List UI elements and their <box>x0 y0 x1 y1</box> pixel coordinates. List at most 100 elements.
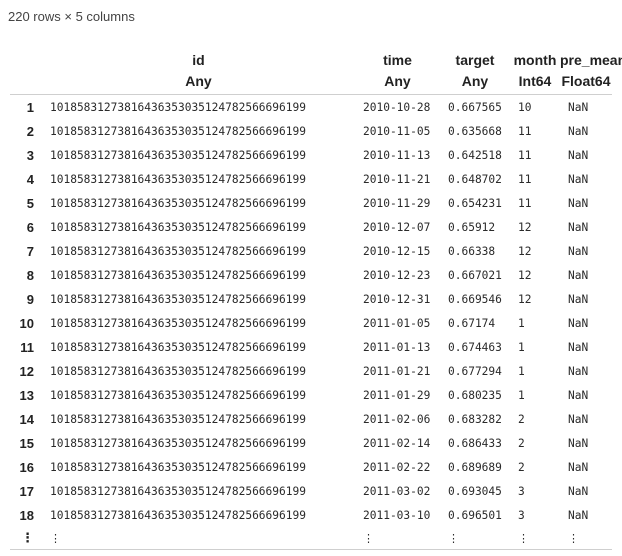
row-number: 14 <box>19 411 34 427</box>
table-row: 16 10185831273816436353035124782566696199… <box>10 455 612 479</box>
cell-time: 2011-02-06 <box>363 412 431 426</box>
cell-month: 11 <box>518 196 532 210</box>
cell-target: 0.677294 <box>448 364 502 378</box>
cell-target: 0.65912 <box>448 220 496 234</box>
table-row: 6 10185831273816436353035124782566696199 2… <box>10 215 612 239</box>
row-number: 12 <box>19 363 34 379</box>
ellipsis-row: ⋮ ⋮ ⋮ ⋮ ⋮ ⋮ <box>10 527 612 550</box>
column-type-id: Any <box>42 68 355 95</box>
ellipsis-cell: ⋮ <box>510 527 560 550</box>
cell-pre-mean: NaN <box>568 388 589 402</box>
row-number: 15 <box>19 435 34 451</box>
cell-time: 2010-12-15 <box>363 244 431 258</box>
cell-target: 0.686433 <box>448 436 502 450</box>
row-number-type <box>10 68 42 95</box>
cell-month: 3 <box>518 508 525 522</box>
ellipsis-cell: ⋮ <box>10 527 42 550</box>
cell-id: 10185831273816436353035124782566696199 <box>50 100 306 114</box>
table-row: 4 10185831273816436353035124782566696199 2… <box>10 167 612 191</box>
cell-id: 10185831273816436353035124782566696199 <box>50 388 306 402</box>
cell-id: 10185831273816436353035124782566696199 <box>50 460 306 474</box>
table-row: 17 10185831273816436353035124782566696199… <box>10 479 612 503</box>
cell-month: 12 <box>518 292 532 306</box>
data-table: id time target month pre_mean Any Any An… <box>10 44 622 550</box>
cell-target: 0.67174 <box>448 316 496 330</box>
cell-pre-mean: NaN <box>568 340 589 354</box>
cell-month: 12 <box>518 220 532 234</box>
cell-pre-mean: NaN <box>568 172 589 186</box>
cell-id: 10185831273816436353035124782566696199 <box>50 436 306 450</box>
column-header-id: id <box>192 52 205 68</box>
cell-target: 0.66338 <box>448 244 496 258</box>
table-row: 18 10185831273816436353035124782566696199… <box>10 503 612 527</box>
cell-id: 10185831273816436353035124782566696199 <box>50 292 306 306</box>
cell-id: 10185831273816436353035124782566696199 <box>50 340 306 354</box>
cell-id: 10185831273816436353035124782566696199 <box>50 508 306 522</box>
table-row: 3 10185831273816436353035124782566696199 2… <box>10 143 612 167</box>
cell-id: 10185831273816436353035124782566696199 <box>50 412 306 426</box>
table-row: 15 10185831273816436353035124782566696199… <box>10 431 612 455</box>
row-number: 3 <box>26 147 34 163</box>
cell-time: 2010-11-05 <box>363 124 431 138</box>
cell-time: 2010-12-31 <box>363 292 431 306</box>
row-number: 10 <box>19 315 34 331</box>
column-header-target: target <box>455 52 495 68</box>
row-number: 2 <box>26 123 34 139</box>
row-number: 17 <box>19 483 34 499</box>
cell-time: 2011-01-21 <box>363 364 431 378</box>
cell-month: 12 <box>518 268 532 282</box>
cell-pre-mean: NaN <box>568 196 589 210</box>
cell-pre-mean: NaN <box>568 484 589 498</box>
cell-time: 2011-03-02 <box>363 484 431 498</box>
table-row: 10 10185831273816436353035124782566696199… <box>10 311 612 335</box>
cell-pre-mean: NaN <box>568 364 589 378</box>
table-row: 5 10185831273816436353035124782566696199 2… <box>10 191 612 215</box>
cell-pre-mean: NaN <box>568 292 589 306</box>
cell-time: 2010-11-21 <box>363 172 431 186</box>
cell-target: 0.689689 <box>448 460 502 474</box>
cell-time: 2010-11-13 <box>363 148 431 162</box>
cell-month: 11 <box>518 148 532 162</box>
row-number: 5 <box>26 195 34 211</box>
row-number: 13 <box>19 387 34 403</box>
table-row: 9 10185831273816436353035124782566696199 2… <box>10 287 612 311</box>
row-number: 4 <box>26 171 34 187</box>
cell-time: 2010-12-07 <box>363 220 431 234</box>
cell-time: 2011-01-29 <box>363 388 431 402</box>
ellipsis-cell: ⋮ <box>355 527 440 550</box>
row-number: 9 <box>26 291 34 307</box>
cell-pre-mean: NaN <box>568 220 589 234</box>
cell-pre-mean: NaN <box>568 244 589 258</box>
cell-time: 2010-11-29 <box>363 196 431 210</box>
cell-pre-mean: NaN <box>568 460 589 474</box>
table-row: 11 10185831273816436353035124782566696199… <box>10 335 612 359</box>
ellipsis-cell: ⋮ <box>560 527 612 550</box>
row-number: 16 <box>19 459 34 475</box>
cell-id: 10185831273816436353035124782566696199 <box>50 484 306 498</box>
cell-target: 0.648702 <box>448 172 502 186</box>
cell-pre-mean: NaN <box>568 436 589 450</box>
cell-id: 10185831273816436353035124782566696199 <box>50 124 306 138</box>
row-number: 1 <box>26 99 34 115</box>
cell-pre-mean: NaN <box>568 124 589 138</box>
table-row: 1 10185831273816436353035124782566696199 2… <box>10 95 612 120</box>
ellipsis-cell: ⋮ <box>42 527 355 550</box>
cell-id: 10185831273816436353035124782566696199 <box>50 364 306 378</box>
cell-target: 0.693045 <box>448 484 502 498</box>
cell-id: 10185831273816436353035124782566696199 <box>50 268 306 282</box>
cell-time: 2010-12-23 <box>363 268 431 282</box>
cell-target: 0.683282 <box>448 412 502 426</box>
cell-id: 10185831273816436353035124782566696199 <box>50 172 306 186</box>
cell-id: 10185831273816436353035124782566696199 <box>50 316 306 330</box>
cell-target: 0.674463 <box>448 340 502 354</box>
cell-month: 1 <box>518 364 525 378</box>
cell-id: 10185831273816436353035124782566696199 <box>50 148 306 162</box>
cell-pre-mean: NaN <box>568 508 589 522</box>
cell-time: 2011-02-14 <box>363 436 431 450</box>
cell-target: 0.696501 <box>448 508 502 522</box>
cell-month: 3 <box>518 484 525 498</box>
column-type-month: Int64 <box>510 68 560 95</box>
cell-month: 1 <box>518 388 525 402</box>
table-row: 14 10185831273816436353035124782566696199… <box>10 407 612 431</box>
column-type-pre-mean: Float64 <box>560 68 612 95</box>
